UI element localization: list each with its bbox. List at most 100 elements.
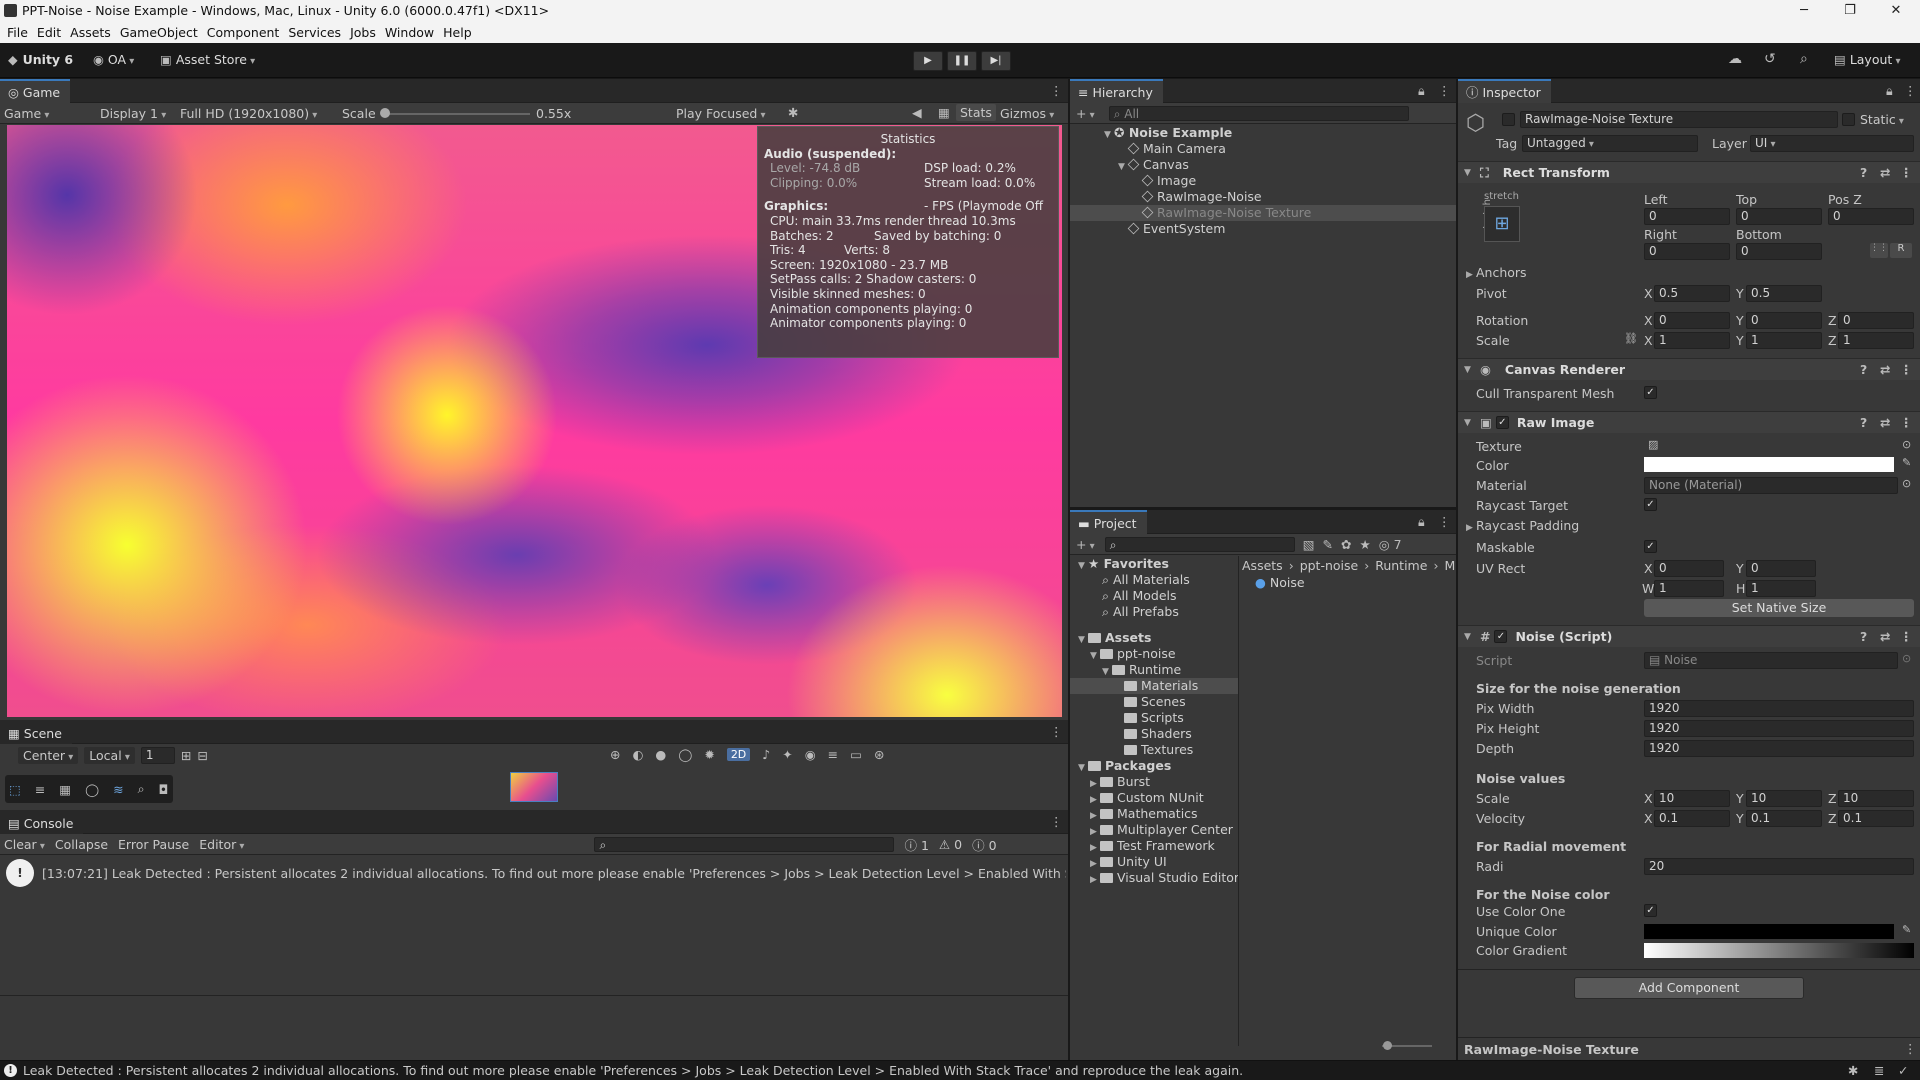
layer-dropdown[interactable]: UI	[1750, 135, 1914, 152]
package-unity-ui[interactable]: ▶ Unity UI	[1070, 854, 1238, 870]
folder-textures[interactable]: Textures	[1070, 742, 1238, 758]
pix-height-field[interactable]: 1920	[1644, 720, 1914, 737]
search-by-label-icon[interactable]: ✎	[1323, 537, 1333, 552]
scale-slider-track[interactable]	[384, 113, 530, 115]
preset-icon[interactable]: ⇄	[1880, 629, 1890, 644]
pause-button[interactable]: ❚❚	[947, 51, 977, 71]
hand-tool-icon[interactable]: ≡	[35, 782, 45, 797]
inspector-more-icon[interactable]: ⋮	[1904, 83, 1917, 98]
hidden-packages-icon[interactable]: ◎ 7	[1379, 537, 1402, 552]
set-native-size-button[interactable]: Set Native Size	[1644, 599, 1914, 617]
package-visual-studio-editor[interactable]: ▶ Visual Studio Editor	[1070, 870, 1239, 886]
cull-transparent-checkbox[interactable]: ✓	[1644, 386, 1657, 399]
gizmos-dropdown[interactable]: Gizmos	[1000, 106, 1054, 121]
tab-hierarchy[interactable]: ≡ Hierarchy	[1070, 79, 1163, 103]
unity-account-button[interactable]: ◆ Unity 6	[8, 52, 73, 67]
help-icon[interactable]: ?	[1860, 629, 1867, 644]
rotation-y-field[interactable]: 0	[1746, 312, 1822, 329]
hierarchy-item-rawimage-noise[interactable]: RawImage-Noise	[1070, 189, 1456, 205]
scene-more-icon[interactable]: ⋮	[1050, 724, 1063, 739]
layers-icon[interactable]: ≡	[828, 747, 838, 762]
posz-field[interactable]: 0	[1828, 208, 1914, 225]
scale-slider-thumb[interactable]	[380, 108, 390, 118]
menu-jobs[interactable]: Jobs	[350, 25, 376, 40]
eyedropper-icon[interactable]: ✎	[1902, 456, 1911, 469]
stats-button[interactable]: Stats	[956, 104, 996, 121]
hierarchy-item-eventsystem[interactable]: EventSystem	[1070, 221, 1456, 237]
package-custom-nunit[interactable]: ▶ Custom NUnit	[1070, 790, 1238, 806]
asset-noise-material[interactable]: ● Noise	[1255, 575, 1305, 591]
tab-console[interactable]: ▤ Console	[0, 810, 84, 834]
step-button[interactable]: ▶|	[981, 51, 1011, 71]
space-dropdown[interactable]: Local	[84, 747, 135, 764]
display-dropdown[interactable]: Display 1	[100, 106, 166, 121]
top-field[interactable]: 0	[1736, 208, 1822, 225]
package-multiplayer-center[interactable]: ▶ Multiplayer Center	[1070, 822, 1238, 838]
error-count[interactable]: ⓘ 0	[972, 835, 996, 854]
breadcrumb-runtime[interactable]: Runtime	[1375, 558, 1427, 573]
console-log-row[interactable]: ! [13:07:21] Leak Detected : Persistent …	[6, 859, 1066, 887]
component-more-icon[interactable]: ⋮	[1900, 165, 1913, 180]
menu-component[interactable]: Component	[207, 25, 280, 40]
game-more-icon[interactable]: ⋮	[1050, 83, 1063, 98]
rotation-x-field[interactable]: 0	[1654, 312, 1730, 329]
object-picker-icon[interactable]: ⊙	[1902, 438, 1911, 451]
hierarchy-item-image[interactable]: Image	[1070, 173, 1456, 189]
tab-scene[interactable]: ▦ Scene	[0, 720, 72, 744]
project-lock-icon[interactable]: 🔒︎	[1418, 514, 1425, 530]
breadcrumb-ppt-noise[interactable]: ppt-noise	[1300, 558, 1359, 573]
folder-ppt-noise[interactable]: ▼ ppt-noise	[1070, 646, 1238, 662]
package-mathematics[interactable]: ▶ Mathematics	[1070, 806, 1238, 822]
uv-x-field[interactable]: 0	[1654, 560, 1724, 577]
scale-x-field[interactable]: 1	[1654, 332, 1730, 349]
raycast-target-checkbox[interactable]: ✓	[1644, 498, 1657, 511]
history-icon[interactable]: ↺	[1764, 51, 1776, 67]
color-gradient-field[interactable]	[1644, 943, 1914, 958]
raycast-padding-foldout[interactable]: ▶ Raycast Padding	[1466, 518, 1579, 533]
console-search-input[interactable]: ⌕	[594, 836, 895, 852]
hierarchy-item-noise-example[interactable]: ▼ ✪ Noise Example	[1070, 125, 1456, 141]
zoom-tool-icon[interactable]: ⌕	[138, 781, 145, 797]
layout-dropdown[interactable]: ▤ Layout	[1834, 52, 1901, 67]
velocity-y-field[interactable]: 0.1	[1746, 810, 1822, 827]
hierarchy-search-input[interactable]: ⌕ All	[1108, 105, 1409, 121]
package-test-framework[interactable]: ▶ Test Framework	[1070, 838, 1238, 854]
active-checkbox[interactable]	[1502, 113, 1515, 126]
menu-edit[interactable]: Edit	[37, 25, 61, 40]
packages-header[interactable]: ▼ Packages	[1070, 758, 1238, 774]
tab-project[interactable]: ▬ Project	[1070, 510, 1147, 534]
sphere-icon[interactable]: ●	[655, 747, 666, 762]
icon-size-slider-thumb[interactable]	[1383, 1041, 1392, 1050]
menu-help[interactable]: Help	[443, 25, 472, 40]
depth-field[interactable]: 1920	[1644, 740, 1914, 757]
camera-icon[interactable]: ▭	[850, 747, 862, 762]
preset-icon[interactable]: ⇄	[1880, 415, 1890, 430]
tab-game[interactable]: ◎ Game	[0, 78, 71, 103]
tag-dropdown[interactable]: Untagged	[1522, 135, 1698, 152]
grid-snap-icon[interactable]: ⊟	[197, 748, 207, 763]
pivot-x-field[interactable]: 0.5	[1654, 285, 1730, 302]
hierarchy-item-rawimage-noise-texture[interactable]: RawImage-Noise Texture	[1070, 205, 1456, 221]
menu-window[interactable]: Window	[385, 25, 434, 40]
menu-assets[interactable]: Assets	[70, 25, 111, 40]
menu-gameobject[interactable]: GameObject	[120, 25, 198, 40]
inspector-lock-icon[interactable]: 🔒︎	[1886, 83, 1893, 99]
help-icon[interactable]: ?	[1860, 415, 1867, 430]
account-dropdown[interactable]: ◉ OA	[93, 52, 134, 67]
blueprint-mode-button[interactable]: ⋮⋮	[1870, 243, 1888, 258]
cache-status-icon[interactable]: ✓	[1898, 1063, 1908, 1078]
preset-icon[interactable]: ⇄	[1880, 165, 1890, 180]
close-button[interactable]: ✕	[1873, 0, 1919, 22]
console-more-icon[interactable]: ⋮	[1050, 814, 1063, 829]
warning-count[interactable]: ⚠ 0	[939, 837, 962, 852]
canvas-renderer-header[interactable]: ▼ ◉ Canvas Renderer ? ⇄ ⋮	[1458, 358, 1920, 380]
visibility-icon[interactable]: ◉	[805, 747, 816, 762]
add-component-button[interactable]: Add Component	[1574, 977, 1804, 999]
clear-dropdown[interactable]: Clear	[4, 837, 45, 852]
info-count[interactable]: ⓘ 1	[904, 835, 928, 854]
search-by-type-icon[interactable]: ▧	[1303, 537, 1315, 552]
play-focused-dropdown[interactable]: Play Focused	[676, 106, 766, 121]
effects-icon[interactable]: ✦	[782, 747, 792, 762]
component-more-icon[interactable]: ⋮	[1900, 362, 1913, 377]
color-swatch[interactable]	[1644, 457, 1894, 472]
